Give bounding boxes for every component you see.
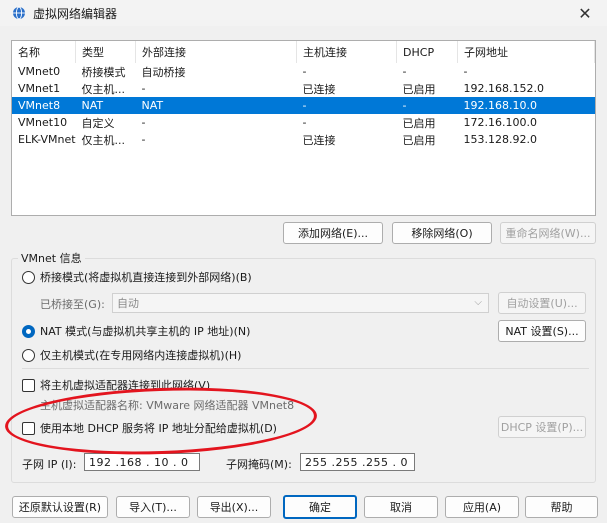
nat-mode-label: NAT 模式(与虚拟机共享主机的 IP 地址)(N) [40,325,251,338]
help-button[interactable]: 帮助 [525,496,598,518]
nat-settings-button[interactable]: NAT 设置(S)... [498,320,586,342]
bridged-mode-radio[interactable] [22,270,35,284]
cell-type: 自定义 [81,116,115,130]
table-row[interactable]: VMnet10 自定义 - - 已启用 172.16.100.0 [12,114,595,131]
cell-name: VMnet8 [12,97,76,114]
title-bar: 虚拟网络编辑器 ✕ [0,0,607,26]
column-header-subnet[interactable]: 子网地址 [457,41,595,63]
restore-defaults-button[interactable]: 还原默认设置(R) [12,496,108,518]
subnet-mask-input[interactable]: 255 .255 .255 . 0 [300,453,415,471]
cell-external: - [141,116,146,129]
hostonly-mode-label: 仅主机模式(在专用网络内连接虚拟机)(H) [40,349,242,362]
export-button[interactable]: 导出(X)... [197,496,271,518]
cell-type: NAT [75,97,136,114]
cell-name: VMnet0 [18,65,61,78]
cell-external: NAT [135,97,297,114]
cell-name: VMnet10 [18,116,68,129]
cell-external: - [141,133,146,146]
cell-type: 仅主机... [81,133,126,147]
connect-adapter-label: 将主机虚拟适配器连接到此网络(V) [40,379,211,392]
cell-name: ELK-VMnet [18,133,76,146]
cell-subnet: 172.16.100.0 [463,116,538,129]
cell-dhcp: 已启用 [402,82,436,96]
column-header-dhcp[interactable]: DHCP [396,41,459,63]
apply-button[interactable]: 应用(A) [445,496,519,518]
cell-dhcp: - [396,97,458,114]
close-icon[interactable]: ✕ [563,0,607,26]
bridged-mode-label: 桥接模式(将虚拟机直接连接到外部网络)(B) [40,271,252,284]
vmnet-info-title: VMnet 信息 [18,250,85,266]
connect-adapter-option[interactable]: 将主机虚拟适配器连接到此网络(V) [22,377,210,393]
bridged-mode-option[interactable]: 桥接模式(将虚拟机直接连接到外部网络)(B) [22,269,252,285]
cell-external: - [141,82,146,95]
cell-host: 已连接 [302,133,336,147]
cell-host: 已连接 [302,82,336,96]
nat-mode-option[interactable]: NAT 模式(与虚拟机共享主机的 IP 地址)(N) [22,323,250,339]
hostonly-mode-radio[interactable] [22,348,35,362]
cell-host: - [296,97,397,114]
cell-host: - [302,65,307,78]
cell-dhcp: - [402,65,407,78]
dhcp-checkbox[interactable] [22,421,35,435]
network-globe-icon [12,6,26,20]
cell-name: VMnet1 [18,82,61,95]
dhcp-option[interactable]: 使用本地 DHCP 服务将 IP 地址分配给虚拟机(D) [22,420,277,436]
cell-subnet: 192.168.10.0 [457,97,595,114]
subnet-ip-input[interactable]: 192 .168 . 10 . 0 [84,453,200,471]
cell-external: 自动桥接 [141,65,186,79]
cell-subnet: 192.168.152.0 [463,82,545,95]
bridged-to-label: 已桥接至(G): [40,298,105,311]
subnet-mask-label: 子网掩码(M): [226,458,292,471]
bridged-to-select[interactable]: 自动 ⌵ [112,293,489,313]
nat-mode-radio[interactable] [22,324,35,338]
table-row[interactable]: VMnet0 桥接模式 自动桥接 - - - [12,63,595,80]
table-row[interactable]: VMnet1 仅主机... - 已连接 已启用 192.168.152.0 [12,80,595,97]
bridged-to-value: 自动 [117,297,139,310]
divider [22,368,589,369]
cell-subnet: - [463,65,468,78]
network-list[interactable]: 名称 类型 外部连接 主机连接 DHCP 子网地址 VMnet0 桥接模式 自动… [11,40,596,216]
table-row-selected[interactable]: VMnet8 NAT NAT - - 192.168.10.0 [12,97,595,114]
column-header-host[interactable]: 主机连接 [296,41,398,63]
cell-subnet: 153.128.92.0 [463,133,538,146]
column-header-type[interactable]: 类型 [75,41,137,63]
table-row[interactable]: ELK-VMnet 仅主机... - 已连接 已启用 153.128.92.0 [12,131,595,148]
table-header: 名称 类型 外部连接 主机连接 DHCP 子网地址 [12,41,595,63]
subnet-ip-label: 子网 IP (I): [22,458,77,471]
cell-host: - [302,116,307,129]
cancel-button[interactable]: 取消 [364,496,438,518]
add-network-button[interactable]: 添加网络(E)... [283,222,383,244]
column-header-external[interactable]: 外部连接 [135,41,298,63]
connect-adapter-checkbox[interactable] [22,378,35,392]
dhcp-settings-button[interactable]: DHCP 设置(P)... [498,416,586,438]
cell-dhcp: 已启用 [402,133,436,147]
rename-network-button[interactable]: 重命名网络(W)... [500,222,596,244]
ok-button[interactable]: 确定 [283,495,357,519]
adapter-name-label: 主机虚拟适配器名称: VMware 网络适配器 VMnet8 [40,399,295,412]
auto-settings-button[interactable]: 自动设置(U)... [498,292,586,314]
chevron-down-icon: ⌵ [474,297,482,308]
cell-type: 桥接模式 [81,65,126,79]
remove-network-button[interactable]: 移除网络(O) [392,222,492,244]
cell-dhcp: 已启用 [402,116,436,130]
column-header-name[interactable]: 名称 [12,41,77,63]
import-button[interactable]: 导入(T)... [116,496,190,518]
window-title: 虚拟网络编辑器 [33,6,118,21]
cell-type: 仅主机... [81,82,126,96]
hostonly-mode-option[interactable]: 仅主机模式(在专用网络内连接虚拟机)(H) [22,347,241,363]
dhcp-label: 使用本地 DHCP 服务将 IP 地址分配给虚拟机(D) [40,422,277,435]
